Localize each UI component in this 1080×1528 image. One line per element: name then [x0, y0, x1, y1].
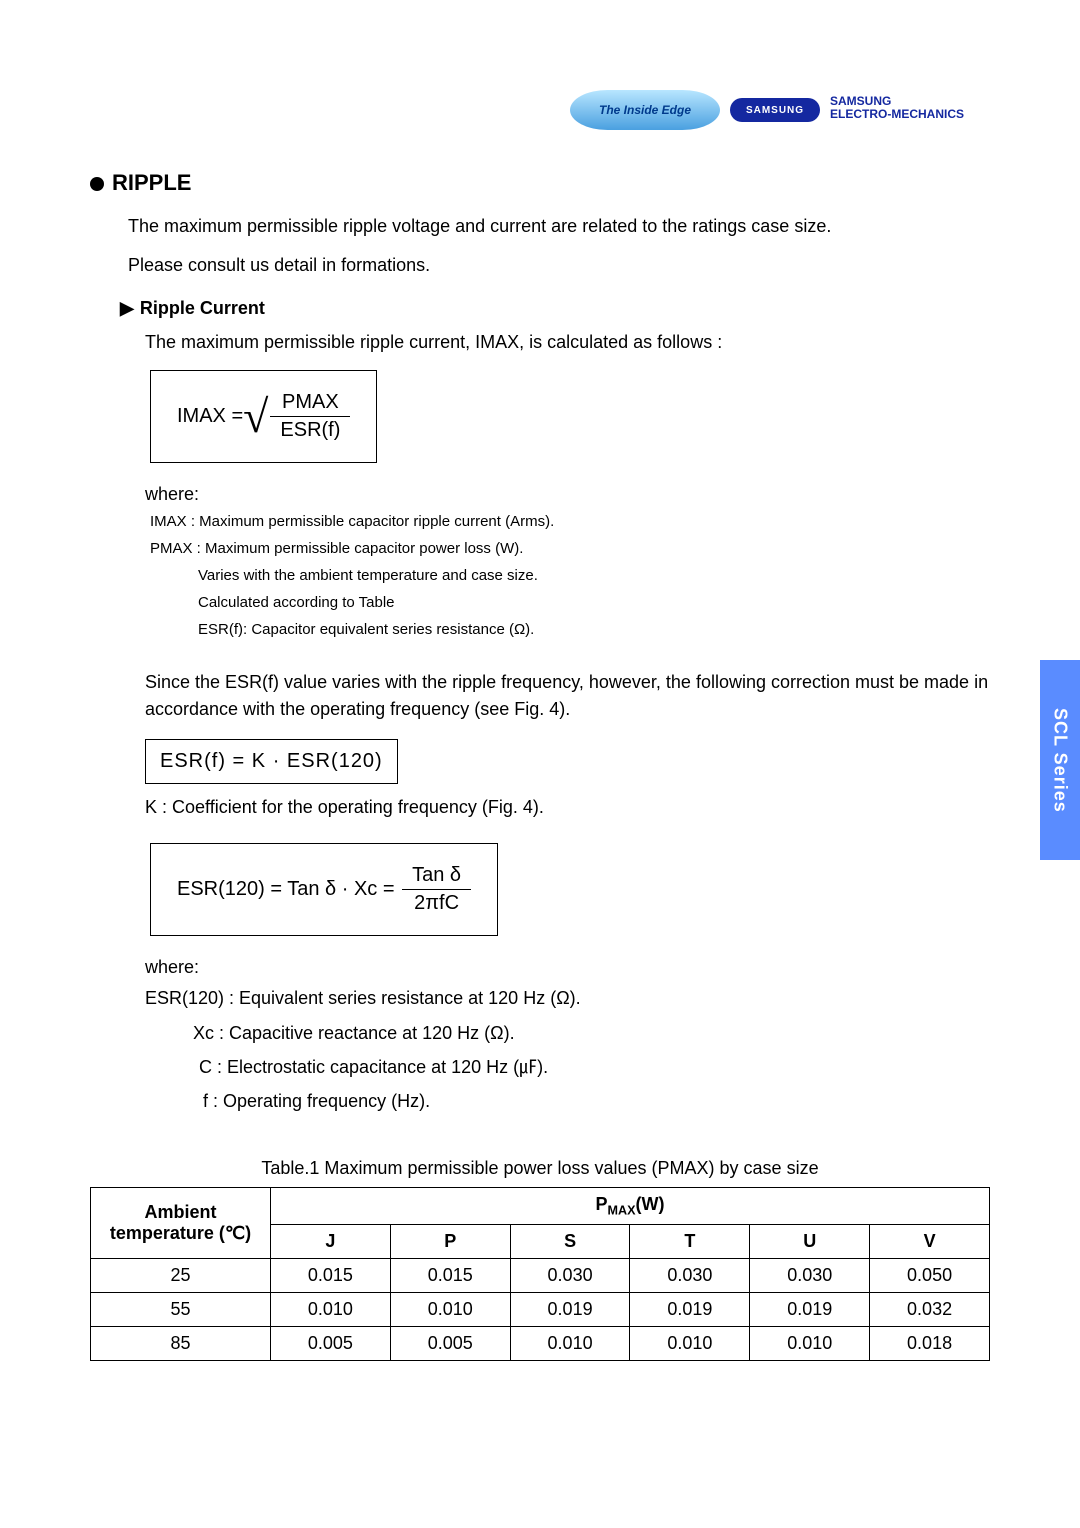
cell: 0.018 — [870, 1326, 990, 1360]
esrf-equation: ESR(f) = K · ESR(120) — [160, 750, 383, 772]
esr-correction-text: Since the ESR(f) value varies with the r… — [145, 669, 990, 723]
table-caption: Table.1 Maximum permissible power loss v… — [90, 1158, 990, 1179]
esr120-den: 2πfC — [402, 890, 471, 917]
table-row: 85 0.005 0.005 0.010 0.010 0.010 0.018 — [91, 1326, 990, 1360]
cell: 0.019 — [750, 1292, 870, 1326]
page-content: The Inside Edge SAMSUNG SAMSUNG ELECTRO-… — [0, 0, 1080, 1441]
cell: 0.005 — [271, 1326, 391, 1360]
cell: 0.010 — [510, 1326, 630, 1360]
logo-row: The Inside Edge SAMSUNG SAMSUNG ELECTRO-… — [90, 90, 990, 130]
imax-num: PMAX — [270, 389, 350, 417]
where-label-1: where: — [145, 481, 990, 508]
def-imax: IMAX : Maximum permissible capacitor rip… — [150, 508, 990, 535]
imax-lhs: IMAX = — [177, 405, 243, 428]
intro-line1: The maximum permissible ripple voltage a… — [128, 214, 990, 239]
cell: 0.030 — [510, 1258, 630, 1292]
hdr-col-s: S — [510, 1224, 630, 1258]
cell: 0.005 — [390, 1326, 510, 1360]
def-pmax-note2: Calculated according to Table — [198, 589, 990, 616]
pmax-table: Ambient temperature (℃) PMAX(W) J P S T … — [90, 1187, 990, 1361]
inside-edge-logo: The Inside Edge — [570, 90, 720, 130]
cell-temp: 85 — [91, 1326, 271, 1360]
cell: 0.010 — [630, 1326, 750, 1360]
def-f: f : Operating frequency (Hz). — [203, 1084, 990, 1118]
def-esrf: ESR(f): Capacitor equivalent series resi… — [198, 616, 990, 643]
table-caption-text: Table.1 Maximum permissible power loss v… — [261, 1158, 818, 1178]
sqrt-icon: √ — [243, 401, 268, 433]
hdr-ambient: Ambient temperature (℃) — [91, 1188, 271, 1259]
where-label-2: where: — [145, 954, 990, 981]
section-title-text: RIPPLE — [112, 170, 191, 195]
triangle-icon: ▶ — [120, 298, 134, 319]
def-esr120: ESR(120) : Equivalent series resistance … — [145, 981, 990, 1015]
cell: 0.050 — [870, 1258, 990, 1292]
table-row: 55 0.010 0.010 0.019 0.019 0.019 0.032 — [91, 1292, 990, 1326]
sem-line1: SAMSUNG — [830, 94, 891, 108]
cell-temp: 25 — [91, 1258, 271, 1292]
ripple-current-intro: The maximum permissible ripple current, … — [145, 329, 990, 356]
esrf-equation-box: ESR(f) = K · ESR(120) — [145, 739, 398, 784]
hdr-col-j: J — [271, 1224, 391, 1258]
intro-line2: Please consult us detail in formations. — [128, 253, 990, 278]
hdr-col-p: P — [390, 1224, 510, 1258]
cell: 0.032 — [870, 1292, 990, 1326]
hdr-col-v: V — [870, 1224, 990, 1258]
cell: 0.030 — [750, 1258, 870, 1292]
def-c: C : Electrostatic capacitance at 120 Hz … — [199, 1050, 990, 1084]
samsung-electro-mechanics-logo: SAMSUNG ELECTRO-MECHANICS — [830, 95, 990, 125]
cell: 0.010 — [271, 1292, 391, 1326]
imax-formula-box: IMAX = √ PMAX ESR(f) — [150, 370, 377, 463]
hdr-col-t: T — [630, 1224, 750, 1258]
cell: 0.030 — [630, 1258, 750, 1292]
ripple-current-heading-text: Ripple Current — [140, 298, 265, 318]
cell: 0.019 — [510, 1292, 630, 1326]
ripple-current-heading: ▶ Ripple Current — [120, 298, 990, 319]
definitions-block-2: ESR(120) : Equivalent series resistance … — [145, 981, 990, 1118]
def-xc: Xc : Capacitive reactance at 120 Hz (Ω). — [193, 1016, 990, 1050]
def-pmax-note1: Varies with the ambient temperature and … — [198, 562, 990, 589]
cell: 0.010 — [750, 1326, 870, 1360]
hdr-col-u: U — [750, 1224, 870, 1258]
series-tab: SCL Series — [1040, 660, 1080, 860]
definitions-block-1: IMAX : Maximum permissible capacitor rip… — [150, 508, 990, 643]
esr120-formula-box: ESR(120) = Tan δ · Xc = Tan δ 2πfC — [150, 843, 498, 936]
bullet-icon — [90, 177, 104, 191]
table-row: 25 0.015 0.015 0.030 0.030 0.030 0.050 — [91, 1258, 990, 1292]
hdr-pmax: PMAX(W) — [271, 1188, 990, 1225]
esr120-lhs: ESR(120) = Tan δ · Xc = — [177, 878, 400, 900]
section-title: RIPPLE — [90, 170, 990, 196]
k-coefficient-note: K : Coefficient for the operating freque… — [145, 794, 990, 821]
cell-temp: 55 — [91, 1292, 271, 1326]
samsung-oval-logo: SAMSUNG — [730, 98, 820, 122]
cell: 0.019 — [630, 1292, 750, 1326]
cell: 0.015 — [390, 1258, 510, 1292]
sem-line2: ELECTRO-MECHANICS — [830, 107, 964, 121]
esr120-num: Tan δ — [402, 862, 471, 890]
def-pmax: PMAX : Maximum permissible capacitor pow… — [150, 535, 990, 562]
cell: 0.015 — [271, 1258, 391, 1292]
imax-den: ESR(f) — [270, 417, 350, 444]
cell: 0.010 — [390, 1292, 510, 1326]
